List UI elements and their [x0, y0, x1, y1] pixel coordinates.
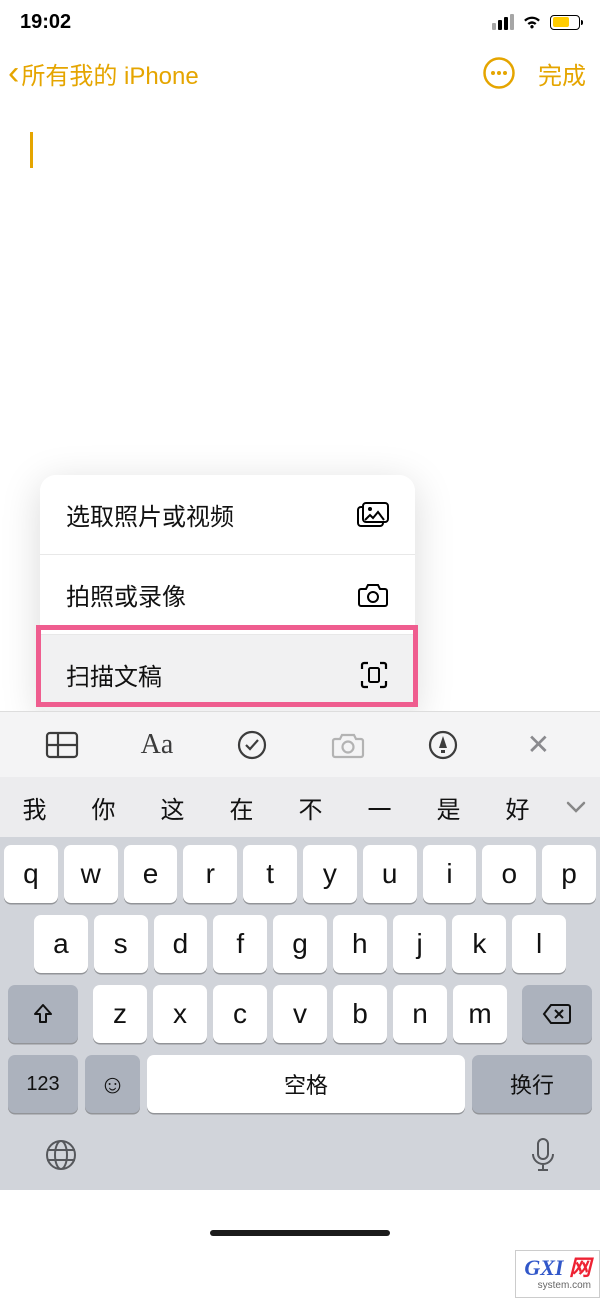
- key-m[interactable]: m: [453, 985, 507, 1043]
- more-icon[interactable]: [482, 56, 516, 90]
- return-key[interactable]: 换行: [472, 1055, 592, 1113]
- key-a[interactable]: a: [34, 915, 88, 973]
- keyboard: q w e r t y u i o p a s d f g h j k l z …: [0, 837, 600, 1125]
- back-label: 所有我的 iPhone: [21, 56, 198, 91]
- key-s[interactable]: s: [94, 915, 148, 973]
- nav-bar: ‹ 所有我的 iPhone 完成: [0, 44, 600, 102]
- key-row-1: q w e r t y u i o p: [4, 845, 596, 903]
- popup-item-scan[interactable]: 扫描文稿: [40, 635, 415, 714]
- key-j[interactable]: j: [393, 915, 447, 973]
- popup-item-camera[interactable]: 拍照或录像: [40, 555, 415, 635]
- attachment-popup: 选取照片或视频 拍照或录像 扫描文稿: [40, 475, 415, 714]
- close-keyboard-button[interactable]: ✕: [518, 728, 558, 761]
- battery-icon: [550, 15, 580, 30]
- key-x[interactable]: x: [153, 985, 207, 1043]
- key-row-3: z x c v b n m: [4, 985, 596, 1043]
- key-n[interactable]: n: [393, 985, 447, 1043]
- checklist-button[interactable]: [232, 729, 272, 761]
- photo-icon: [357, 502, 389, 528]
- camera-button[interactable]: [328, 731, 368, 759]
- key-c[interactable]: c: [213, 985, 267, 1043]
- notes-toolbar: Aa ✕: [0, 711, 600, 777]
- camera-icon: [357, 582, 389, 608]
- key-u[interactable]: u: [363, 845, 417, 903]
- status-icons: [492, 14, 580, 30]
- key-q[interactable]: q: [4, 845, 58, 903]
- key-row-4: 123 ☺ 空格 换行: [4, 1055, 596, 1113]
- wifi-icon: [521, 14, 543, 30]
- home-indicator[interactable]: [210, 1230, 390, 1236]
- key-y[interactable]: y: [303, 845, 357, 903]
- key-d[interactable]: d: [154, 915, 208, 973]
- suggestion[interactable]: 这: [138, 790, 207, 825]
- popup-item-label: 拍照或录像: [66, 577, 186, 612]
- backspace-key[interactable]: [522, 985, 592, 1043]
- key-r[interactable]: r: [183, 845, 237, 903]
- globe-icon[interactable]: [44, 1138, 78, 1172]
- popup-item-label: 选取照片或视频: [66, 497, 234, 532]
- popup-item-photo[interactable]: 选取照片或视频: [40, 475, 415, 555]
- popup-item-label: 扫描文稿: [66, 657, 162, 692]
- key-l[interactable]: l: [512, 915, 566, 973]
- suggestion[interactable]: 好: [483, 790, 552, 825]
- key-w[interactable]: w: [64, 845, 118, 903]
- note-editor[interactable]: [0, 102, 600, 302]
- clock: 19:02: [20, 11, 71, 34]
- status-bar: 19:02: [0, 0, 600, 44]
- key-i[interactable]: i: [423, 845, 477, 903]
- key-o[interactable]: o: [482, 845, 536, 903]
- key-g[interactable]: g: [273, 915, 327, 973]
- suggestion[interactable]: 你: [69, 790, 138, 825]
- chevron-left-icon: ‹: [8, 56, 19, 90]
- mic-icon[interactable]: [530, 1137, 556, 1173]
- shift-key[interactable]: [8, 985, 78, 1043]
- suggestion[interactable]: 一: [345, 790, 414, 825]
- chevron-down-icon[interactable]: [552, 793, 600, 821]
- space-key[interactable]: 空格: [147, 1055, 465, 1113]
- watermark: GXI 网 system.com: [515, 1250, 600, 1298]
- emoji-key[interactable]: ☺: [85, 1055, 140, 1113]
- markup-button[interactable]: [423, 729, 463, 761]
- format-button[interactable]: Aa: [137, 729, 177, 761]
- key-k[interactable]: k: [452, 915, 506, 973]
- key-h[interactable]: h: [333, 915, 387, 973]
- key-t[interactable]: t: [243, 845, 297, 903]
- key-v[interactable]: v: [273, 985, 327, 1043]
- table-button[interactable]: [42, 731, 82, 759]
- keyboard-bottom-bar: [0, 1120, 600, 1190]
- key-e[interactable]: e: [124, 845, 178, 903]
- key-z[interactable]: z: [93, 985, 147, 1043]
- done-button[interactable]: 完成: [538, 56, 586, 91]
- suggestion[interactable]: 是: [414, 790, 483, 825]
- scan-icon: [359, 660, 389, 690]
- key-f[interactable]: f: [213, 915, 267, 973]
- suggestion[interactable]: 在: [207, 790, 276, 825]
- suggestion[interactable]: 不: [276, 790, 345, 825]
- key-b[interactable]: b: [333, 985, 387, 1043]
- key-row-2: a s d f g h j k l: [4, 915, 596, 973]
- cellular-icon: [492, 14, 514, 30]
- back-button[interactable]: ‹ 所有我的 iPhone: [8, 56, 199, 91]
- text-cursor: [30, 132, 33, 168]
- suggestion-bar: 我 你 这 在 不 一 是 好: [0, 777, 600, 837]
- suggestion[interactable]: 我: [0, 790, 69, 825]
- numbers-key[interactable]: 123: [8, 1055, 78, 1113]
- key-p[interactable]: p: [542, 845, 596, 903]
